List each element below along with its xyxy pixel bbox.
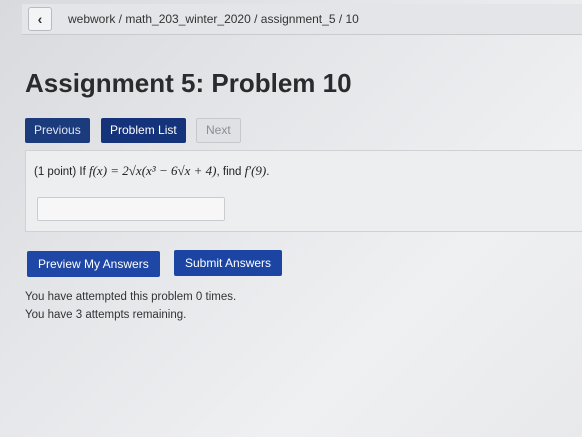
problem-box: (1 point) If f(x) = 2√x(x³ − 6√x + 4), f… [25,150,582,232]
problem-prefix: If [79,166,86,178]
answer-input[interactable] [37,197,225,221]
attempts-remaining-text: You have 3 attempts remaining. [25,309,187,321]
breadcrumb: webwork / math_203_winter_2020 / assignm… [68,12,359,26]
preview-answers-button[interactable]: Preview My Answers [27,251,160,277]
previous-button[interactable]: Previous [25,118,90,143]
problem-list-button[interactable]: Problem List [101,118,186,143]
problem-mid: , find [216,166,242,178]
problem-points: (1 point) [34,166,77,178]
problem-function: f(x) = 2√x(x³ − 6√x + 4) [88,163,217,178]
top-nav-bar: ‹ webwork / math_203_winter_2020 / assig… [22,4,582,35]
problem-end: . [266,166,270,178]
submit-answers-button[interactable]: Submit Answers [174,250,283,276]
next-button[interactable]: Next [196,118,241,143]
page-title: Assignment 5: Problem 10 [25,68,352,98]
back-arrow-icon[interactable]: ‹ [28,7,52,31]
problem-target: f′(9) [244,163,267,178]
problem-statement: (1 point) If f(x) = 2√x(x³ − 6√x + 4), f… [34,163,269,179]
attempts-made-text: You have attempted this problem 0 times. [25,291,237,303]
